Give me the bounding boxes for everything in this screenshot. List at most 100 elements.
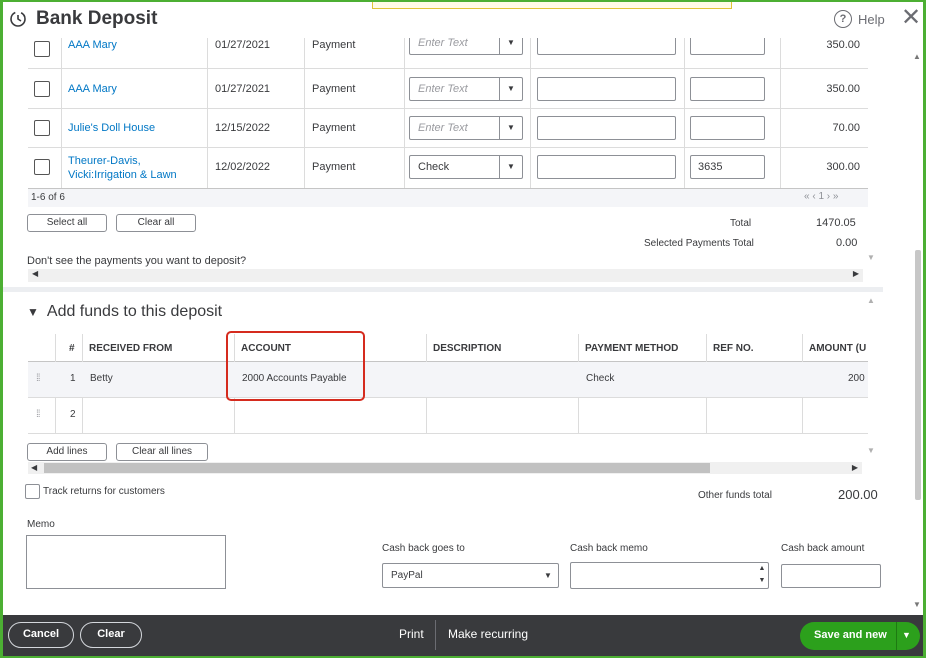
horizontal-scrollbar[interactable]: ◀ ▶ — [28, 269, 863, 282]
selected-total-label: Selected Payments Total — [644, 238, 754, 249]
history-icon[interactable] — [9, 10, 27, 28]
amount[interactable]: 200 — [848, 373, 865, 384]
payment-type: Payment — [312, 160, 356, 173]
customer-link[interactable]: AAA Mary — [68, 38, 117, 64]
scroll-up-icon[interactable]: ▲ — [913, 52, 921, 61]
memo-field[interactable] — [537, 38, 676, 55]
payment-date: 12/15/2022 — [215, 121, 271, 134]
scroll-up-icon[interactable]: ▲ — [867, 296, 875, 305]
memo-field[interactable] — [537, 76, 676, 101]
cash-back-goes-to-label: Cash back goes to — [382, 543, 465, 554]
scroll-right-icon[interactable]: ▶ — [853, 269, 859, 278]
memo-textarea[interactable] — [26, 535, 226, 589]
ref-no-field[interactable] — [690, 115, 765, 140]
chevron-down-icon: ▼ — [499, 155, 522, 178]
clear-all-button[interactable]: Clear all — [116, 214, 196, 232]
payment-method-select[interactable]: Enter Text ▼ — [409, 38, 523, 55]
row-number: 1 — [70, 373, 76, 384]
row-checkbox[interactable] — [34, 158, 50, 175]
payment-type: Payment — [312, 38, 356, 51]
table-row: Julie's Doll House 12/15/2022 Payment En… — [28, 108, 868, 148]
save-and-new-button[interactable]: Save and new ▼ — [800, 622, 920, 650]
payment-type: Payment — [312, 82, 356, 95]
title-bar: Bank Deposit ? Help ✕ — [3, 2, 923, 38]
payment-amount: 350.00 — [826, 38, 860, 51]
customer-link[interactable]: Theurer-Davis, Vicki:Irrigation & Lawn — [68, 154, 177, 182]
funds-section-title: Add funds to this deposit — [46, 303, 223, 320]
scroll-down-icon[interactable]: ▼ — [867, 446, 875, 455]
scroll-right-icon[interactable]: ▶ — [852, 463, 858, 472]
chevron-down-icon: ▼ — [499, 38, 522, 54]
footer-bar: Cancel Clear Print Make recurring Save a… — [3, 615, 923, 656]
table-row: Theurer-Davis, Vicki:Irrigation & Lawn 1… — [28, 147, 868, 189]
pagination-label: 1-6 of 6 — [31, 192, 65, 203]
column-header: PAYMENT METHOD — [585, 343, 679, 354]
cash-back-account-select[interactable]: PayPal ▼ — [382, 563, 559, 588]
missing-payments-link[interactable]: Don't see the payments you want to depos… — [27, 255, 246, 267]
clear-all-lines-button[interactable]: Clear all lines — [116, 443, 208, 461]
memo-field[interactable] — [537, 115, 676, 140]
notice-banner — [372, 2, 732, 9]
funds-table-header: # RECEIVED FROM ACCOUNT DESCRIPTION PAYM… — [28, 334, 868, 362]
total-label: Total — [730, 218, 752, 229]
ref-no-field[interactable] — [690, 38, 765, 55]
make-recurring-button[interactable]: Make recurring — [448, 627, 528, 641]
scrollbar-thumb[interactable] — [44, 463, 710, 473]
track-returns-checkbox[interactable]: Track returns for customers — [25, 484, 165, 499]
checkbox[interactable] — [25, 484, 40, 499]
table-row[interactable]: ⁞⁞ 2 — [28, 398, 868, 434]
table-row: AAA Mary 01/27/2021 Payment Enter Text ▼ … — [28, 69, 868, 109]
customer-link[interactable]: Julie's Doll House — [68, 108, 155, 147]
payment-method-select[interactable]: Enter Text ▼ — [409, 76, 523, 101]
scroll-down-icon[interactable]: ▼ — [913, 600, 921, 609]
vertical-scrollbar-thumb[interactable] — [915, 250, 921, 500]
row-checkbox[interactable] — [34, 119, 50, 136]
table-footer: 1-6 of 6 « ‹ 1 › » — [28, 188, 868, 207]
close-icon[interactable]: ✕ — [901, 6, 921, 30]
payment-amount: 350.00 — [826, 82, 860, 95]
save-and-new-label: Save and new — [814, 629, 887, 641]
payment-method[interactable]: Check — [586, 373, 614, 384]
footer-divider — [435, 620, 436, 650]
cash-back-amount-field[interactable] — [781, 564, 881, 588]
chevron-down-icon: ▼ — [499, 116, 522, 139]
memo-field[interactable] — [537, 154, 676, 179]
cancel-button[interactable]: Cancel — [8, 622, 74, 648]
clear-button[interactable]: Clear — [80, 622, 142, 648]
selected-total-value: 0.00 — [836, 237, 858, 249]
resize-icon[interactable]: ▲ ▼ — [755, 563, 769, 589]
help-icon: ? — [834, 10, 852, 28]
help-button[interactable]: ? Help — [834, 10, 885, 28]
ref-no-field[interactable]: 3635 — [690, 154, 765, 179]
payment-date: 12/02/2022 — [215, 160, 271, 173]
ref-no-field[interactable] — [690, 76, 765, 101]
payment-method-select[interactable]: Enter Text ▼ — [409, 115, 523, 140]
received-from[interactable]: Betty — [90, 373, 113, 384]
select-all-button[interactable]: Select all — [27, 214, 107, 232]
payment-date: 01/27/2021 — [215, 82, 271, 95]
row-checkbox[interactable] — [34, 40, 50, 57]
print-button[interactable]: Print — [399, 627, 424, 641]
customer-link[interactable]: AAA Mary — [68, 69, 117, 108]
chevron-down-icon[interactable]: ▼ — [902, 630, 911, 640]
scroll-left-icon[interactable]: ◀ — [32, 269, 38, 278]
page-title: Bank Deposit — [36, 8, 158, 29]
payment-method-select[interactable]: Check ▼ — [409, 154, 523, 179]
add-lines-button[interactable]: Add lines — [27, 443, 107, 461]
chevron-down-icon: ▼ — [499, 77, 522, 100]
cash-back-memo-field[interactable] — [570, 562, 769, 589]
scroll-left-icon[interactable]: ◀ — [31, 463, 37, 472]
account-highlight — [226, 331, 365, 401]
row-checkbox[interactable] — [34, 80, 50, 97]
cash-back-memo-label: Cash back memo — [570, 543, 648, 554]
table-row[interactable]: ⁞⁞ 1 Betty 2000 Accounts Payable Check 2… — [28, 362, 868, 398]
drag-handle-icon[interactable]: ⁞⁞ — [36, 409, 40, 420]
track-returns-label: Track returns for customers — [43, 486, 165, 497]
table-row: AAA Mary 01/27/2021 Payment Enter Text ▼ … — [28, 38, 868, 69]
pager-icon[interactable]: « ‹ 1 › » — [804, 191, 838, 202]
column-header: AMOUNT (U — [809, 343, 867, 354]
drag-handle-icon[interactable]: ⁞⁞ — [36, 373, 40, 384]
scroll-down-icon[interactable]: ▼ — [867, 253, 875, 262]
split-divider — [896, 622, 897, 650]
funds-section-toggle[interactable]: ▼ Add funds to this deposit — [27, 303, 222, 321]
